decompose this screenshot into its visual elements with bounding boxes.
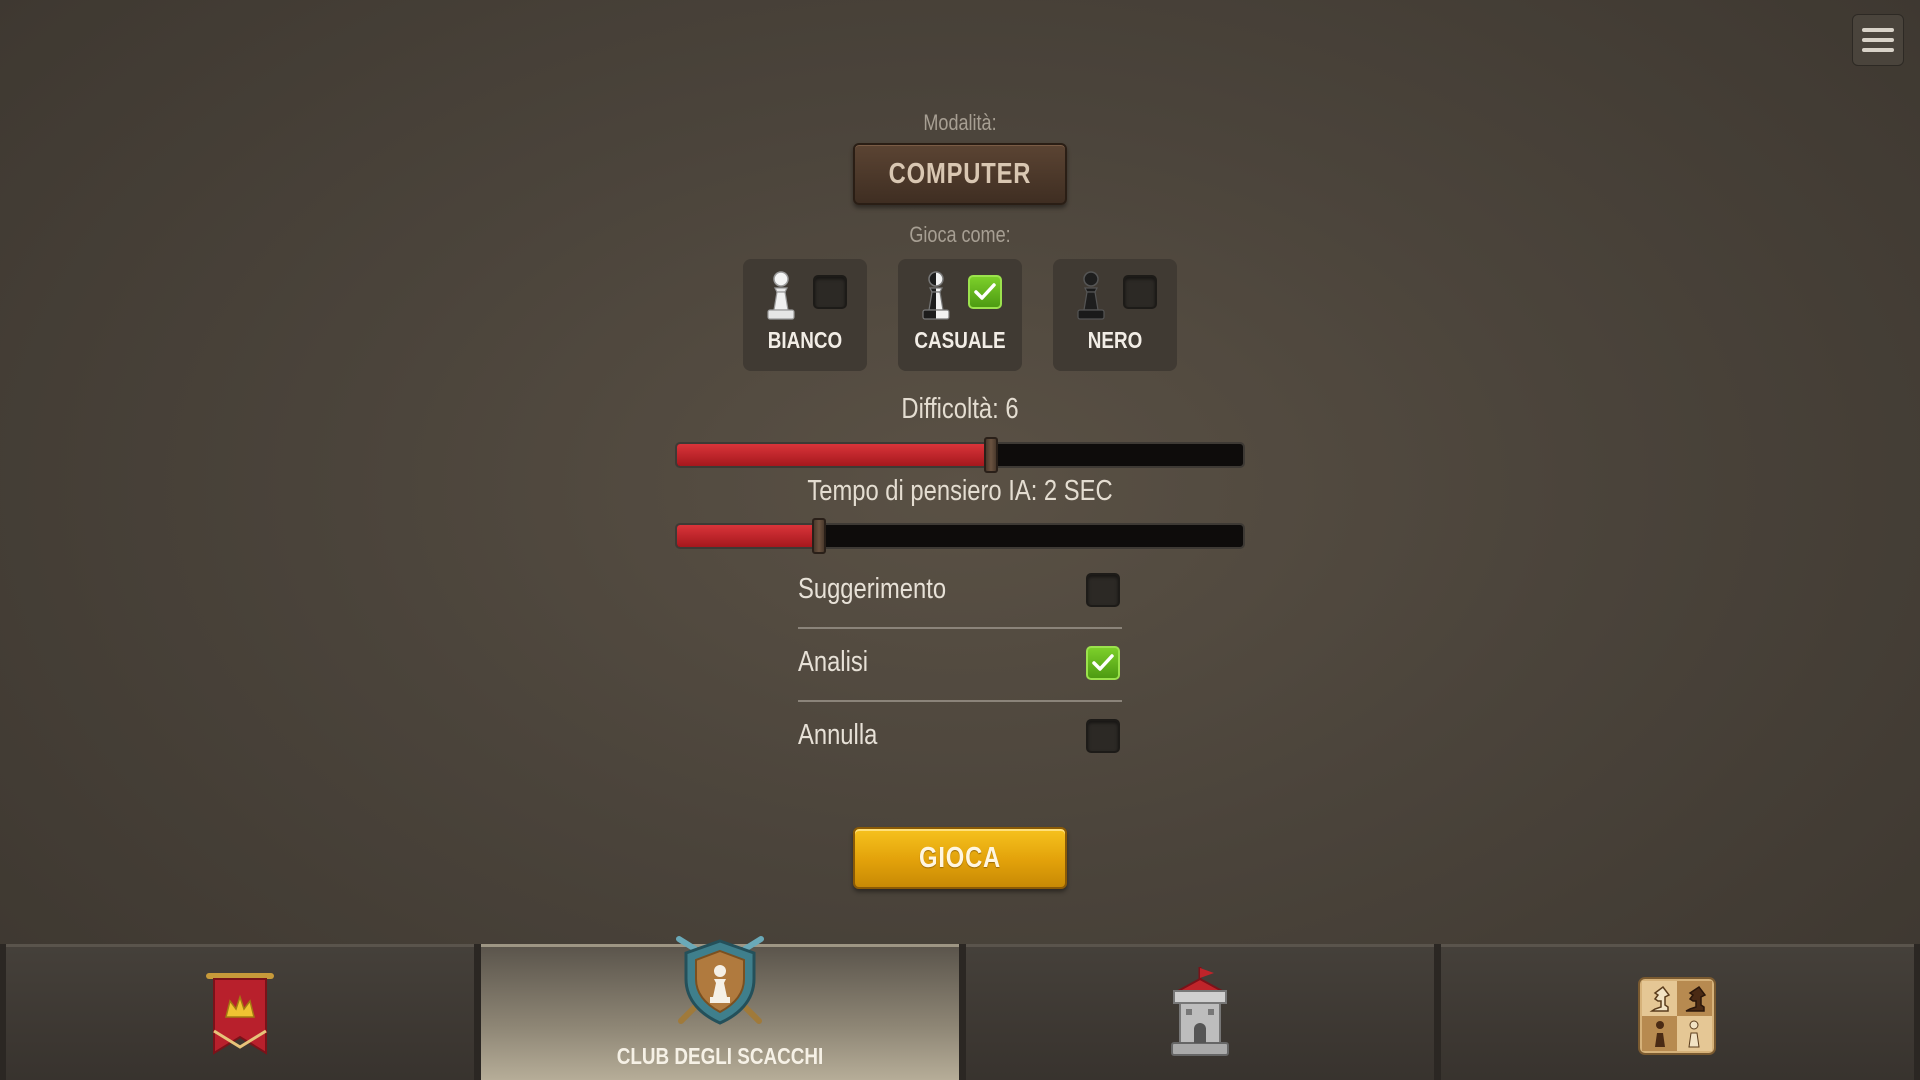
undo-label: Annulla xyxy=(798,719,878,751)
difficulty-slider-fill xyxy=(677,444,991,466)
difficulty-slider-thumb[interactable] xyxy=(984,437,998,473)
black-pawn-icon xyxy=(1077,271,1105,320)
side-option-white[interactable]: BIANCO xyxy=(743,259,867,371)
side-black-checkbox[interactable] xyxy=(1123,275,1157,309)
tab-leaderboard[interactable] xyxy=(6,944,474,1080)
difficulty-slider[interactable] xyxy=(675,437,1245,473)
side-white-label: BIANCO xyxy=(767,327,843,353)
checkmark-icon xyxy=(974,283,996,300)
side-white-checkbox[interactable] xyxy=(813,275,847,309)
side-option-black[interactable]: NERO xyxy=(1053,259,1177,371)
chess-pieces-board-icon xyxy=(1638,977,1716,1055)
menu-button[interactable] xyxy=(1852,14,1904,66)
tab-puzzles[interactable] xyxy=(1441,944,1914,1080)
option-row-undo[interactable]: Annulla xyxy=(798,701,1122,773)
play-button-label: GIOCA xyxy=(918,841,1002,874)
tab-tower[interactable] xyxy=(966,944,1434,1080)
think-time-slider[interactable] xyxy=(675,518,1245,554)
undo-checkbox[interactable] xyxy=(1086,719,1120,753)
checkmark-icon xyxy=(1092,654,1114,671)
mode-label: Modalità: xyxy=(923,110,997,135)
tab-chess-club[interactable]: CLUB DEGLI SCACCHI xyxy=(481,936,959,1080)
think-time-slider-fill xyxy=(677,525,819,547)
mode-selector-button[interactable]: COMPUTER xyxy=(853,143,1067,205)
castle-tower-icon xyxy=(1171,967,1229,1056)
think-time-label: Tempo di pensiero IA: 2 SEC xyxy=(807,475,1113,507)
play-as-label: Gioca come: xyxy=(909,222,1011,247)
hint-label: Suggerimento xyxy=(798,573,947,605)
option-row-hint[interactable]: Suggerimento xyxy=(798,555,1122,627)
analysis-label: Analisi xyxy=(798,646,869,678)
option-row-analysis[interactable]: Analisi xyxy=(798,628,1122,700)
think-time-slider-thumb[interactable] xyxy=(812,518,826,554)
shield-pawn-icon xyxy=(676,936,764,1025)
difficulty-label: Difficoltà: 6 xyxy=(901,393,1019,425)
side-option-random[interactable]: CASUALE xyxy=(898,259,1022,371)
side-random-label: CASUALE xyxy=(914,327,1006,353)
hint-checkbox[interactable] xyxy=(1086,573,1120,607)
play-button[interactable]: GIOCA xyxy=(853,827,1067,889)
half-pawn-icon xyxy=(922,271,950,320)
mode-value: COMPUTER xyxy=(888,157,1032,190)
analysis-checkbox[interactable] xyxy=(1086,646,1120,680)
side-black-label: NERO xyxy=(1087,327,1143,353)
hamburger-menu-icon xyxy=(1862,28,1894,32)
side-random-checkbox[interactable] xyxy=(968,275,1002,309)
crown-banner-icon xyxy=(206,973,274,1055)
white-pawn-icon xyxy=(767,271,795,320)
tab-chess-club-label: CLUB DEGLI SCACCHI xyxy=(616,1043,824,1069)
bottom-navigation: CLUB DEGLI SCACCHI xyxy=(0,936,1920,1080)
